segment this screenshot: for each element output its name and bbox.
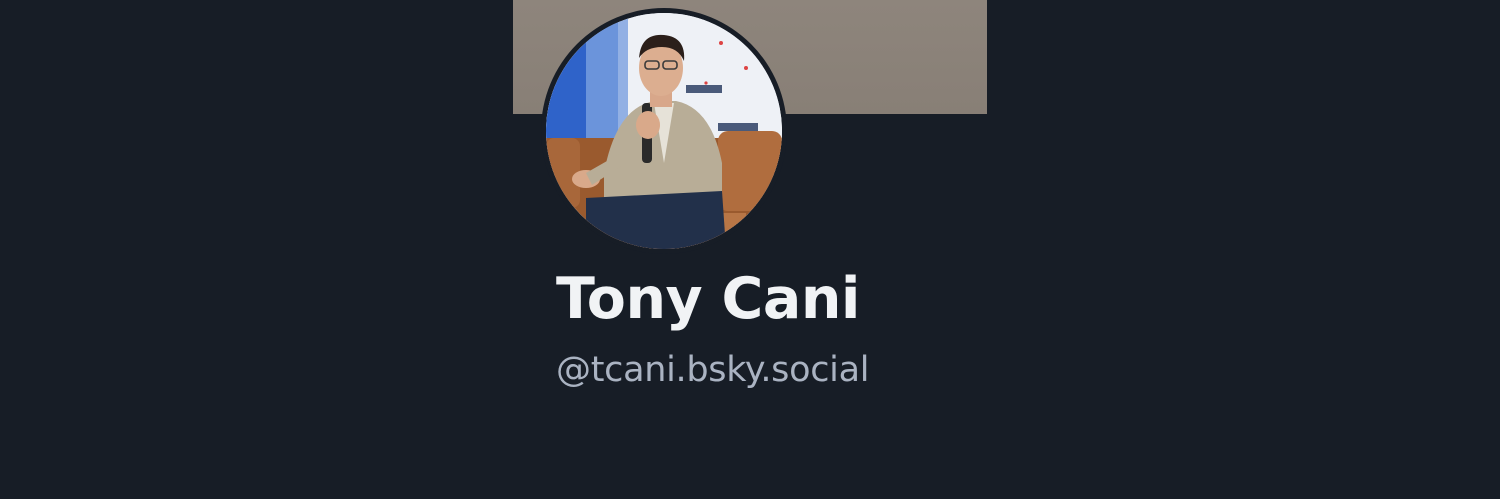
profile-display-name: Tony Cani <box>556 266 860 332</box>
profile-handle[interactable]: @tcani.bsky.social <box>556 350 869 390</box>
profile-avatar[interactable] <box>541 8 787 254</box>
profile-page: Tony Cani @tcani.bsky.social <box>0 0 1500 499</box>
profile-header: Tony Cani @tcani.bsky.social <box>513 0 987 499</box>
avatar-photo <box>546 13 782 249</box>
speaker-photo-icon <box>546 13 782 249</box>
